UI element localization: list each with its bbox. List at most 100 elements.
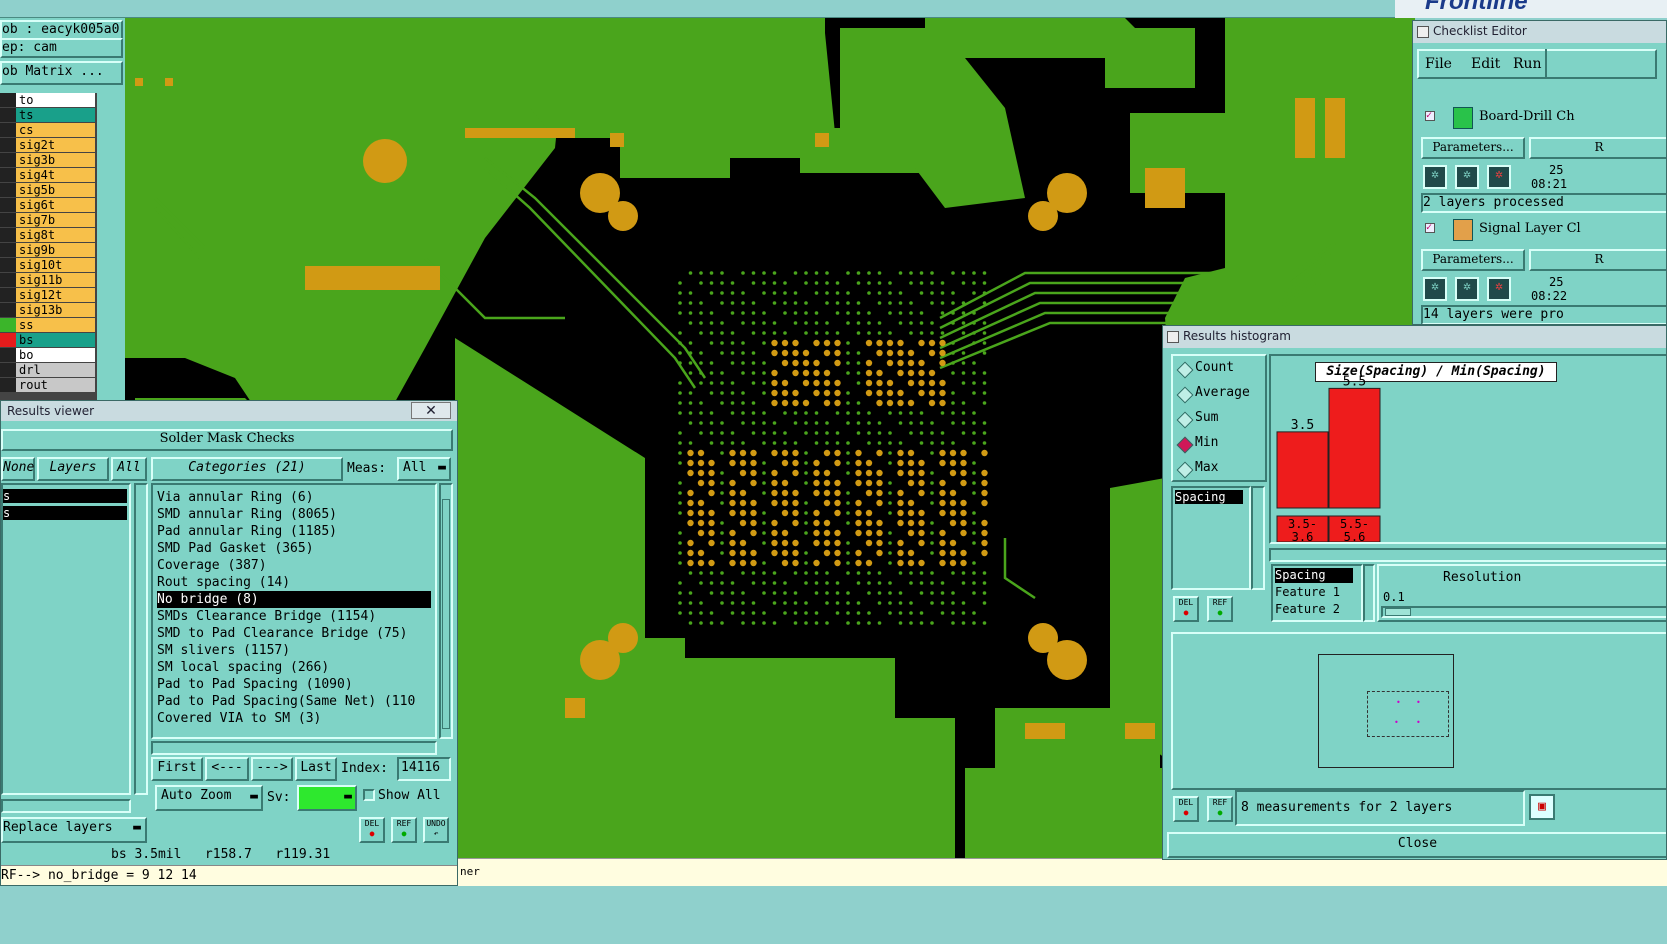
all-layers-button[interactable]: All [111, 457, 147, 481]
layer-swatch[interactable] [0, 318, 16, 332]
layer-row[interactable]: ts [0, 108, 95, 123]
results-layer-list[interactable]: s s [1, 483, 131, 795]
categories-list[interactable]: Via annular Ring (6) SMD annular Ring (80… [151, 483, 437, 739]
layer-swatch[interactable] [0, 273, 16, 287]
categories-vscroll[interactable] [439, 483, 453, 739]
mode-radio[interactable] [1176, 386, 1194, 404]
layer-swatch[interactable] [0, 228, 16, 242]
category-item[interactable]: Covered VIA to SM (3) [157, 710, 321, 727]
parameters-button[interactable]: Parameters... [1421, 249, 1525, 271]
layer-swatch[interactable] [0, 288, 16, 302]
r-button[interactable]: R [1529, 249, 1666, 271]
category-item[interactable]: SM slivers (1157) [157, 642, 290, 659]
mode-radio[interactable] [1176, 461, 1194, 479]
check-checkbox[interactable]: ✓ [1425, 223, 1435, 233]
del-button[interactable]: DEL ● [359, 817, 385, 843]
layer-row[interactable]: sig7b [0, 213, 95, 228]
layer-swatch[interactable] [0, 198, 16, 212]
layer-swatch[interactable] [0, 93, 16, 107]
menu-edit[interactable]: Edit [1471, 56, 1500, 72]
layer-swatch[interactable] [0, 168, 16, 182]
close-button[interactable]: Close [1167, 832, 1666, 858]
layer-row[interactable]: sig8t [0, 228, 95, 243]
layer-row[interactable]: ss [0, 318, 95, 333]
layer-swatch[interactable] [0, 108, 16, 122]
mode-radio[interactable] [1176, 411, 1194, 429]
mode-label[interactable]: Count [1195, 360, 1234, 375]
r-button[interactable]: R [1529, 137, 1666, 159]
field-list-vscroll[interactable] [1251, 486, 1265, 590]
layer-row[interactable]: bs [0, 333, 95, 348]
layer-row[interactable]: sig6t [0, 198, 95, 213]
categories-header[interactable]: Categories (21) [151, 457, 343, 481]
action-icon-3[interactable]: ✲ [1487, 165, 1511, 189]
layer-swatch[interactable] [0, 138, 16, 152]
action-icon-2[interactable]: ✲ [1455, 277, 1479, 301]
slider-thumb[interactable] [1385, 608, 1411, 616]
layer-swatch[interactable] [0, 123, 16, 137]
category-item[interactable]: SMD Pad Gasket (365) [157, 540, 314, 557]
chart-hscroll[interactable] [1269, 548, 1666, 562]
undo-button[interactable]: UNDO ↶ [423, 817, 449, 843]
categories-hscroll[interactable] [151, 741, 437, 755]
axis-field-selected[interactable]: Spacing [1275, 568, 1353, 583]
menu-run[interactable]: Run [1513, 56, 1542, 72]
preview-del-button[interactable]: DEL ● [1173, 796, 1199, 822]
last-button[interactable]: Last [295, 757, 337, 781]
layer-row[interactable]: sig3b [0, 153, 95, 168]
previous-button[interactable]: <--- [205, 757, 249, 781]
layer-list-vscroll[interactable] [134, 483, 148, 795]
check-checkbox[interactable]: ✓ [1425, 111, 1435, 121]
category-item[interactable]: No bridge (8) [157, 591, 431, 608]
preview-ref-button[interactable]: REF ● [1207, 796, 1233, 822]
show-all-checkbox[interactable] [363, 789, 375, 801]
category-item[interactable]: SMD annular Ring (8065) [157, 506, 337, 523]
index-input[interactable]: 14116 [397, 757, 451, 781]
axis-field-vscroll[interactable] [1363, 564, 1375, 622]
layer-list-hscroll[interactable] [1, 799, 131, 813]
axis-field-item[interactable]: Feature 1 [1275, 585, 1340, 599]
meas-dropdown[interactable]: All ▬ [397, 457, 451, 481]
layer-swatch[interactable] [0, 243, 16, 257]
layer-row[interactable]: to [0, 93, 95, 108]
close-icon[interactable]: ✕ [411, 402, 451, 419]
parameters-button[interactable]: Parameters... [1421, 137, 1525, 159]
menu-file[interactable]: File [1425, 56, 1452, 72]
replace-layers-dropdown[interactable]: Replace layers ▬ [1, 817, 147, 843]
category-item[interactable]: Rout spacing (14) [157, 574, 290, 591]
results-layer-item[interactable]: s [3, 506, 127, 520]
action-icon-2[interactable]: ✲ [1455, 165, 1479, 189]
layer-swatch[interactable] [0, 378, 16, 392]
mode-label[interactable]: Max [1195, 460, 1218, 475]
layer-row[interactable]: sig10t [0, 258, 95, 273]
layer-row[interactable]: drl [0, 363, 95, 378]
layer-row[interactable]: cs [0, 123, 95, 138]
layer-swatch[interactable] [0, 363, 16, 377]
axis-field-list[interactable]: Spacing Feature 1 Feature 2 [1271, 564, 1363, 622]
histogram-del-button[interactable]: DEL ● [1173, 596, 1199, 622]
action-icon-1[interactable]: ✲ [1423, 277, 1447, 301]
sv-color-dropdown[interactable]: ▬ [297, 785, 357, 811]
histogram-bar[interactable] [1276, 431, 1329, 509]
job-matrix-button[interactable]: ob Matrix ... [0, 61, 123, 85]
layer-swatch[interactable] [0, 348, 16, 362]
layer-row[interactable]: sig9b [0, 243, 95, 258]
layer-row[interactable]: sig2t [0, 138, 95, 153]
layer-row[interactable]: sig13b [0, 303, 95, 318]
scroll-thumb[interactable] [442, 499, 450, 729]
auto-zoom-dropdown[interactable]: Auto Zoom ▬ [155, 785, 263, 811]
action-icon-3[interactable]: ✲ [1487, 277, 1511, 301]
first-button[interactable]: First [151, 757, 203, 781]
layer-swatch[interactable] [0, 213, 16, 227]
category-item[interactable]: Pad to Pad Spacing(Same Net) (110 [157, 693, 415, 710]
layer-row[interactable]: sig5b [0, 183, 95, 198]
ref-button[interactable]: REF ● [391, 817, 417, 843]
command-line[interactable]: RF--> no_bridge = 9 12 14 [1, 865, 457, 885]
layer-swatch[interactable] [0, 333, 16, 347]
layer-row[interactable]: sig4t [0, 168, 95, 183]
results-layer-item[interactable]: s [3, 489, 127, 503]
category-item[interactable]: SMDs Clearance Bridge (1154) [157, 608, 376, 625]
layer-row[interactable]: sig12t [0, 288, 95, 303]
check-name[interactable]: Signal Layer Cl [1479, 221, 1581, 236]
layer-swatch[interactable] [0, 258, 16, 272]
